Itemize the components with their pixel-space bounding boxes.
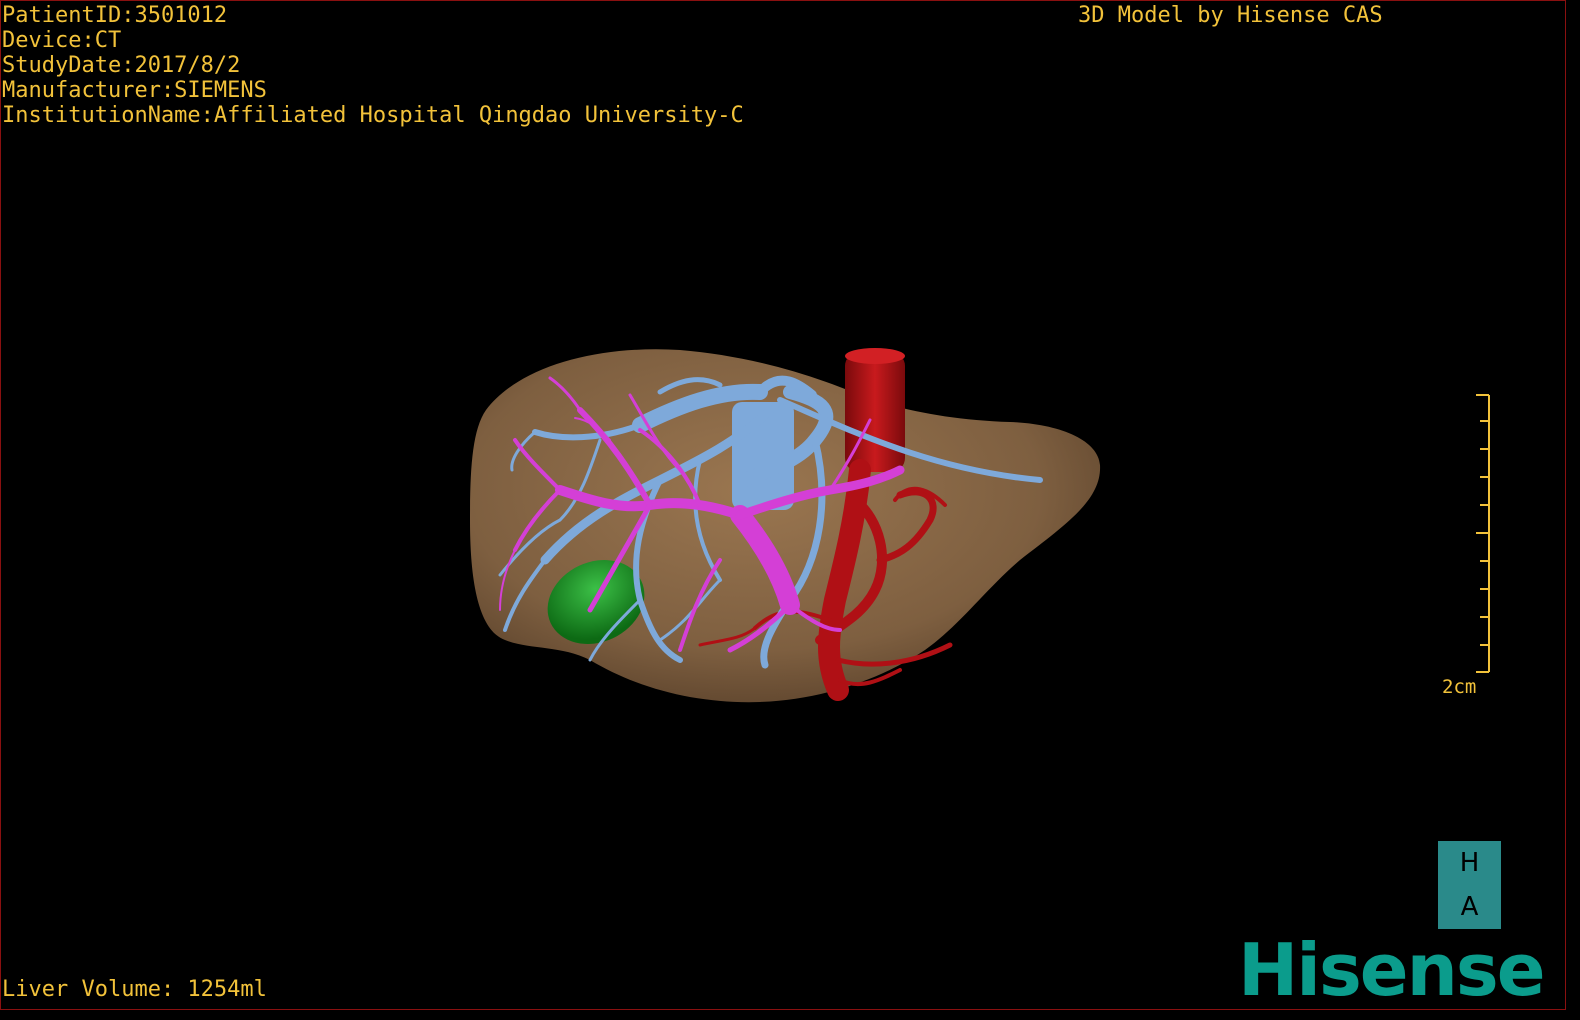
3d-render-viewport[interactable] <box>0 0 1566 1010</box>
hisense-logo: Hisense <box>1238 928 1546 1012</box>
orientation-head-marker[interactable]: H <box>1438 841 1501 885</box>
scale-bar-label: 2cm <box>1442 676 1477 698</box>
scale-bar <box>1476 394 1490 673</box>
liver-volume-label: Liver Volume: 1254ml <box>2 977 267 1002</box>
orientation-anterior-marker[interactable]: A <box>1438 885 1501 929</box>
inferior-vena-cava <box>845 352 905 472</box>
